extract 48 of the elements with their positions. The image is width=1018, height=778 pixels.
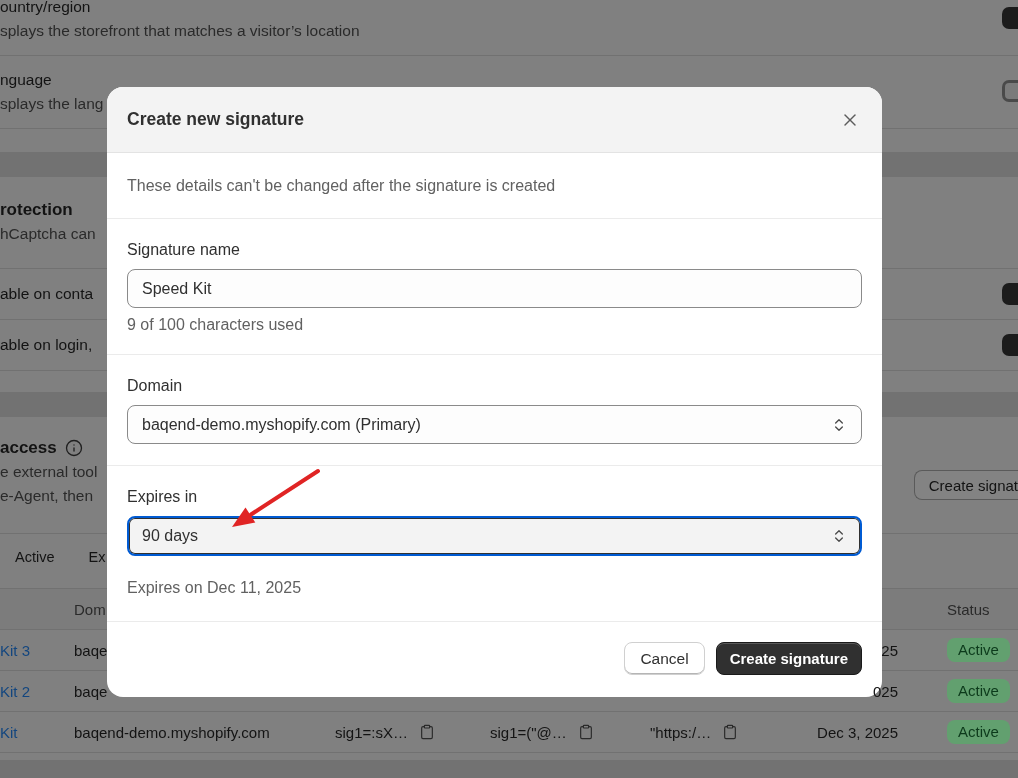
filter-tab[interactable]: Ex (84, 541, 110, 573)
section-description: e-Agent, then (0, 486, 94, 506)
info-icon[interactable] (64, 439, 83, 457)
clipboard-icon[interactable] (418, 724, 435, 740)
field-label: Domain (127, 377, 183, 395)
toggle-switch[interactable] (1002, 80, 1018, 102)
create-signature-button[interactable]: Create signat (913, 470, 1018, 500)
clipboard-icon[interactable] (722, 724, 739, 740)
toggle-switch[interactable] (1002, 7, 1018, 29)
section-description: hCaptcha can (0, 224, 96, 244)
status-badge: Active (947, 720, 1010, 744)
setting-description: splays the lang (0, 94, 104, 114)
domain-text: baqend-demo.myshopify.com (74, 723, 270, 741)
cancel-button[interactable]: Cancel (624, 642, 705, 675)
field-label: Signature name (127, 241, 240, 259)
select-field[interactable]: baqend-demo.myshopify.com (Primary) (127, 405, 862, 444)
section-description: e external tool (0, 462, 98, 482)
setting-title: ountry/region (0, 0, 91, 17)
help-text: 9 of 100 characters used (127, 316, 304, 333)
setting-title: nguage (0, 70, 52, 90)
field-label: Expires in (127, 488, 198, 506)
filter-tab[interactable]: Active (11, 541, 59, 573)
modal-title: Create new signature (127, 109, 304, 130)
setting-title: able on conta (0, 284, 94, 304)
status-badge: Active (947, 638, 1010, 662)
setting-description: splays the storefront that matches a visitor’s location (0, 21, 360, 41)
date-text: 025 (872, 682, 898, 700)
date-text: Dec 3, 2025 (817, 723, 898, 741)
text-input[interactable]: Speed Kit (127, 269, 862, 308)
domain-text: baqe (74, 682, 108, 700)
notice-text: These details can't be changed after the signature is created (127, 176, 556, 195)
date-text: 25 (881, 641, 898, 659)
section-heading: rotection (0, 200, 73, 220)
create-signature-button[interactable]: Create signature (715, 642, 862, 675)
select-field[interactable]: 90 days (127, 516, 862, 556)
toggle-switch[interactable] (1002, 283, 1018, 305)
section-heading: access (0, 438, 57, 458)
signature-text: sig1=:sX… (335, 723, 408, 741)
setting-title: able on login, (0, 335, 93, 355)
signature-text: "https:/… (650, 723, 712, 741)
clipboard-icon[interactable] (577, 724, 594, 740)
domain-text: baqe (74, 641, 108, 659)
column-header: Status (947, 600, 990, 618)
help-text: Expires on Dec 11, 2025 (127, 579, 302, 596)
signature-text: sig1=("@… (490, 723, 567, 741)
toggle-switch[interactable] (1002, 334, 1018, 356)
status-badge: Active (947, 679, 1010, 703)
column-header: Dom (74, 600, 106, 618)
